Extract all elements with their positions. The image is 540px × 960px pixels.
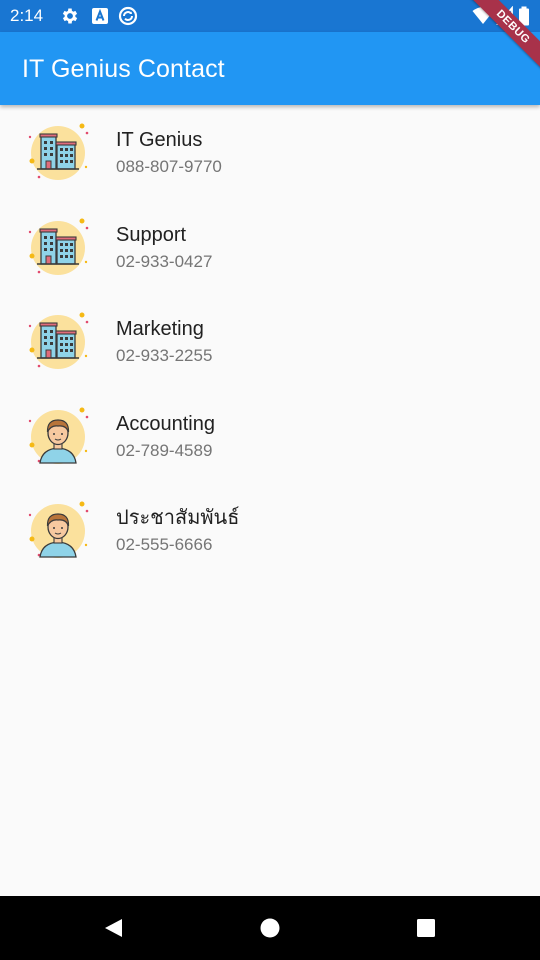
list-item[interactable]: IT Genius 088-807-9770: [0, 105, 540, 200]
list-item[interactable]: ประชาสัมพันธ์ 02-555-6666: [0, 483, 540, 578]
list-item[interactable]: Accounting 02-789-4589: [0, 389, 540, 484]
battery-icon: [518, 6, 530, 26]
app-bar: IT Genius Contact: [0, 32, 540, 105]
status-bar: 2:14: [0, 0, 540, 32]
contact-name: IT Genius: [116, 129, 203, 151]
building-avatar-icon: [26, 121, 90, 185]
wifi-icon: [472, 6, 494, 26]
font-a-icon: [90, 6, 110, 26]
back-icon[interactable]: [98, 912, 130, 944]
app-screen: 2:14 IT Genius Contact DEBUG IT Genius 0…: [0, 0, 540, 960]
signal-icon: [496, 5, 516, 26]
gear-icon: [60, 6, 80, 26]
home-icon[interactable]: [254, 912, 286, 944]
contact-phone: 088-807-9770: [116, 157, 222, 176]
contact-phone: 02-789-4589: [116, 440, 213, 460]
building-avatar-icon: [26, 310, 90, 374]
list-item[interactable]: Marketing 02-933-2255: [0, 294, 540, 389]
person-avatar-icon: [26, 499, 90, 563]
page-title: IT Genius Contact: [22, 55, 225, 83]
list-item[interactable]: Support 02-933-0427: [0, 200, 540, 295]
contact-phone: 02-933-0427: [116, 251, 213, 271]
person-avatar-icon: [26, 405, 90, 469]
contact-name: Support: [116, 223, 187, 246]
nav-bar: [0, 896, 540, 960]
contact-name: Accounting: [116, 412, 215, 435]
contact-phone: 02-555-6666: [116, 535, 213, 555]
contact-name: Marketing: [116, 318, 204, 341]
contact-name: ประชาสัมพันธ์: [116, 507, 240, 530]
contact-list: IT Genius 088-807-9770 Support 02-933-04…: [0, 105, 540, 578]
contact-phone: 02-933-2255: [116, 346, 213, 366]
recents-icon[interactable]: [410, 912, 442, 944]
status-time: 2:14: [10, 6, 44, 25]
sync-icon: [118, 6, 138, 26]
building-avatar-icon: [26, 216, 90, 280]
